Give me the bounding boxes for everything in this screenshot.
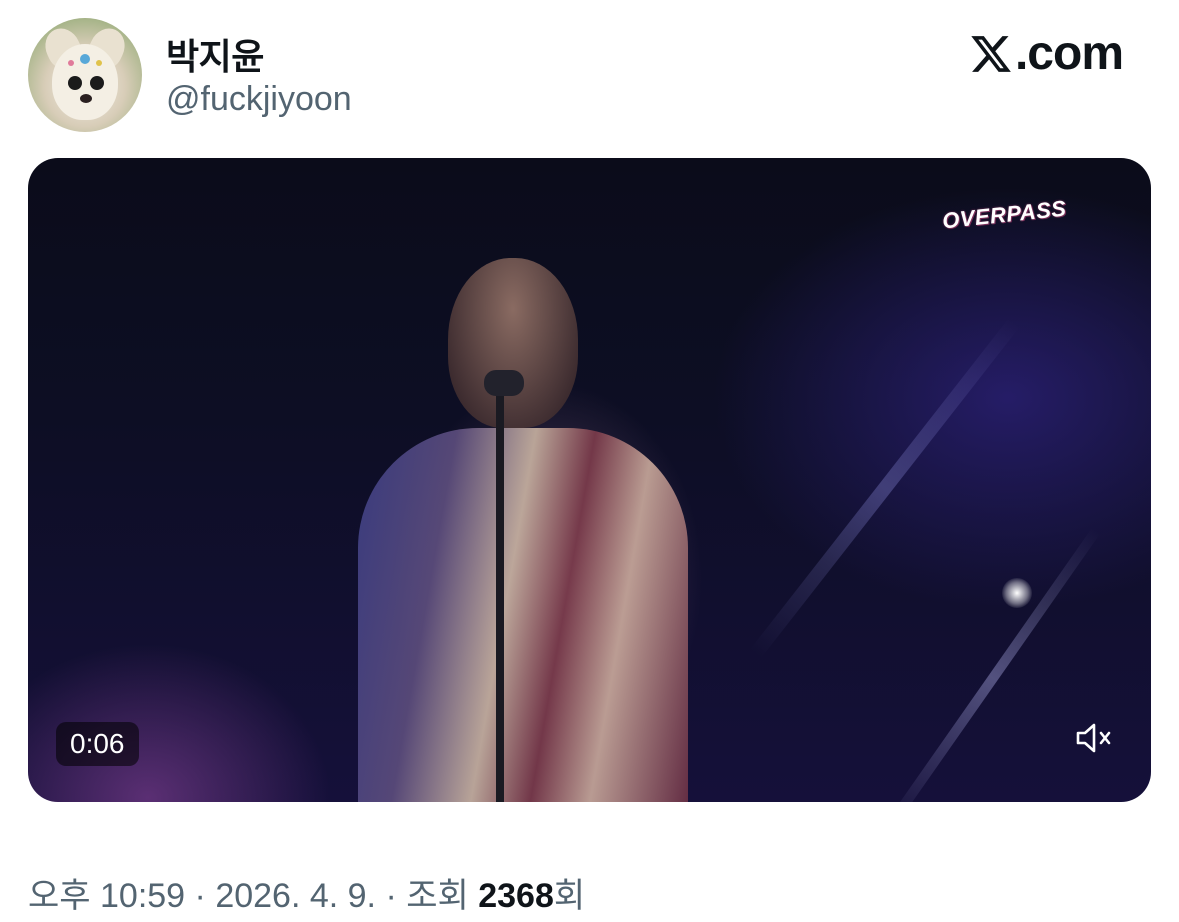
views-suffix: 회	[553, 877, 586, 915]
mic-stand	[496, 388, 504, 802]
avatar-eye	[90, 76, 104, 90]
views-count: 2368	[478, 877, 554, 915]
video-time-badge: 0:06	[56, 722, 139, 766]
avatar-nose	[80, 94, 92, 103]
avatar-decoration	[68, 60, 74, 66]
tweet-time[interactable]: 오후 10:59	[28, 877, 185, 915]
tweet-date[interactable]: 2026. 4. 9.	[215, 877, 376, 915]
x-logo-icon	[971, 35, 1011, 72]
avatar-decoration	[96, 60, 102, 66]
volume-muted-icon	[1076, 723, 1111, 753]
avatar-decoration	[80, 54, 90, 64]
microphone	[484, 370, 524, 396]
user-handle[interactable]: @fuckjiyoon	[166, 80, 352, 119]
stage-light-beam	[750, 318, 1020, 658]
mute-button[interactable]	[1067, 716, 1123, 760]
separator: ·	[376, 877, 407, 915]
video-player[interactable]: OVERPASS 0:06	[28, 158, 1151, 802]
views-label: 조회	[406, 877, 479, 915]
separator: ·	[185, 877, 216, 915]
tweet-metadata: 오후 10:59 · 2026. 4. 9. · 조회 2368회	[28, 868, 585, 917]
stage-light-beam	[885, 527, 1101, 802]
display-name[interactable]: 박지윤	[166, 28, 264, 80]
avatar[interactable]	[28, 18, 142, 132]
stage-spotlight	[1002, 578, 1032, 608]
brand-text: .com	[1014, 27, 1124, 80]
avatar-eye	[68, 76, 82, 90]
performer-head	[448, 258, 578, 428]
brand-logo: .com	[969, 26, 1124, 81]
performer-body	[358, 428, 688, 802]
video-watermark: OVERPASS	[940, 195, 1068, 234]
